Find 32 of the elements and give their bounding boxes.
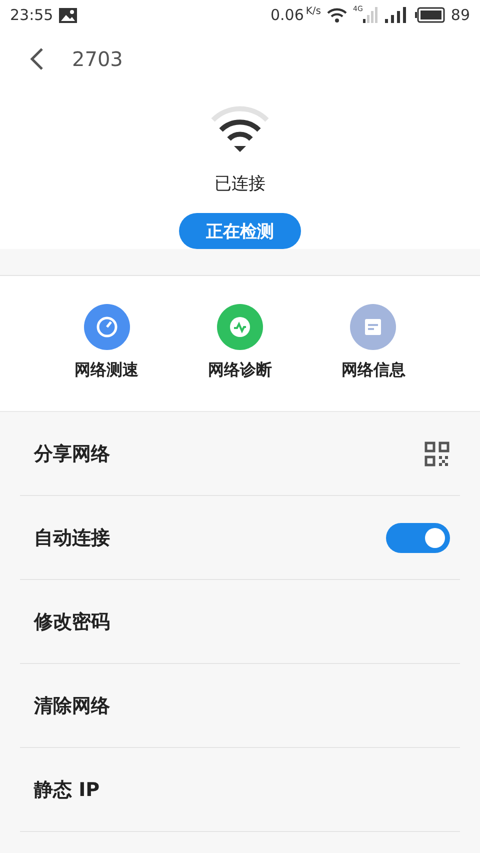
tool-label[interactable]: 网络诊断 [208, 360, 272, 381]
toggle-switch[interactable] [386, 522, 450, 552]
back-icon[interactable] [30, 47, 44, 71]
image-icon [59, 8, 78, 22]
status-time: 23:55 [10, 6, 54, 24]
signal-icon [362, 7, 379, 23]
battery-icon [414, 7, 445, 23]
battery-level: 89 [450, 6, 470, 24]
setting-label: 分享网络 [34, 442, 110, 466]
settings-row[interactable]: 修改密码 [20, 580, 460, 664]
document-icon[interactable] [350, 304, 396, 350]
wifi-icon [327, 7, 348, 23]
detecting-button[interactable]: 正在检测 [179, 213, 301, 249]
speed-unit: K/s [306, 6, 322, 17]
gauge-icon[interactable] [84, 304, 130, 350]
tool-label[interactable]: 网络信息 [341, 360, 406, 381]
wifi-icon [210, 106, 270, 154]
qr-code-icon[interactable] [424, 440, 450, 466]
settings-row[interactable]: 自动连接 [20, 496, 460, 580]
setting-label: 自动连接 [34, 526, 110, 550]
connection-status: 已连接 [214, 173, 266, 195]
tool-label[interactable]: 网络测速 [74, 360, 139, 381]
setting-label: 清除网络 [34, 694, 110, 718]
pulse-icon[interactable] [216, 304, 263, 350]
signal-icon [384, 7, 409, 23]
settings-row[interactable]: 分享网络 [20, 412, 460, 496]
settings-row[interactable]: 清除网络 [20, 664, 460, 748]
network-name: 2703 [72, 47, 123, 71]
settings-row[interactable]: 静态 IP [20, 748, 460, 832]
network-speed: 0.06 [270, 6, 304, 24]
setting-label: 静态 IP [34, 778, 100, 802]
setting-label: 修改密码 [34, 610, 110, 634]
